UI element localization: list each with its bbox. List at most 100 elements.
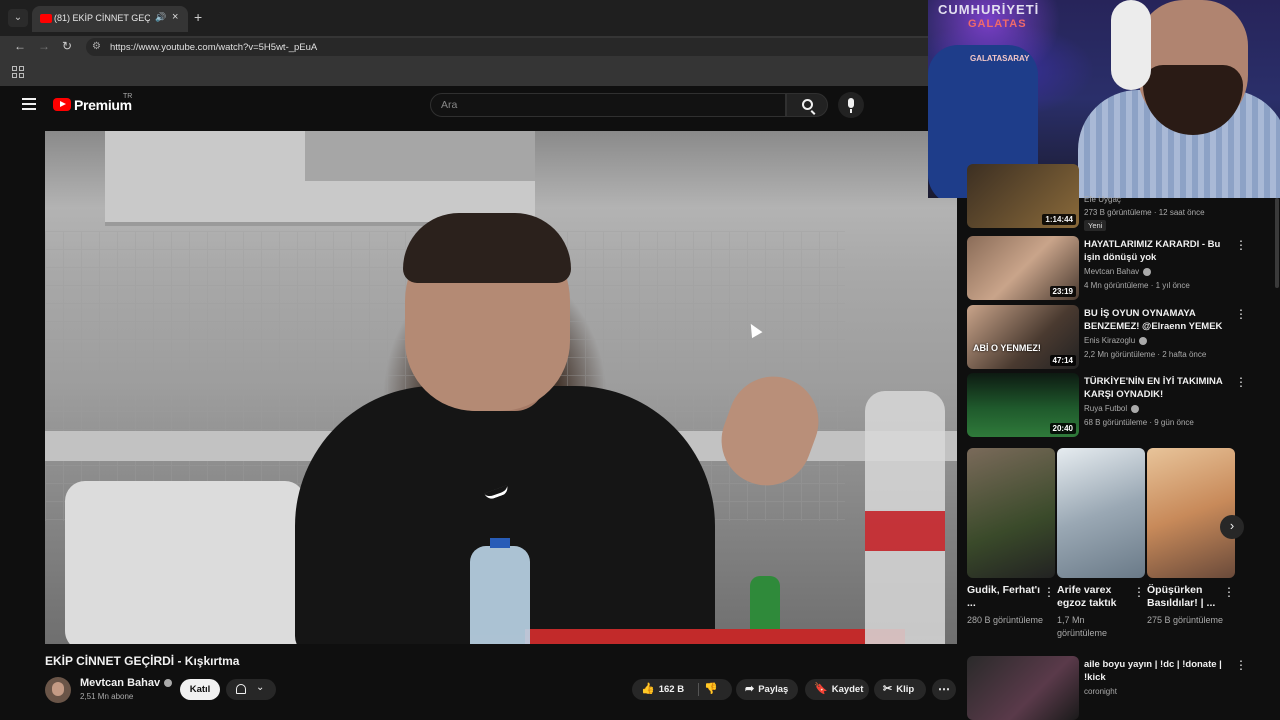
more-options-icon[interactable]: ⋮ <box>1235 307 1247 321</box>
video-meta: 68 B görüntüleme · 9 gün önce <box>1084 418 1194 427</box>
share-button[interactable]: ➦ Paylaş <box>736 679 798 700</box>
channel-name[interactable]: Efe Uygaç <box>1084 195 1121 204</box>
duration-badge: 47:14 <box>1049 355 1076 366</box>
channel-name[interactable]: Mevtcan Bahav <box>80 677 173 689</box>
video-title[interactable]: HAYATLARIMIZ KARARDI - Bu işin dönüşü yo… <box>1084 238 1224 264</box>
address-bar: ← → ↻ ⚙ https://www.youtube.com/watch?v=… <box>0 36 930 58</box>
short-title[interactable]: Arife varex egzoz taktık <box>1057 584 1131 611</box>
join-button[interactable]: Katıl <box>180 679 220 700</box>
thumbnail-caption: ABİ O YENMEZ! <box>973 343 1041 353</box>
verified-icon <box>164 679 173 688</box>
video-thumbnail[interactable]: ABİ O YENMEZ! 47:14 <box>967 305 1079 369</box>
tab-search-dropdown[interactable]: ⌄ <box>8 9 28 27</box>
save-button[interactable]: 🔖 Kaydet <box>805 679 869 700</box>
video-thumbnail[interactable]: 20:40 <box>967 373 1079 437</box>
share-icon: ➦ <box>745 683 755 695</box>
more-options-icon[interactable]: ⋮ <box>1235 375 1247 389</box>
video-title[interactable]: aile boyu yayın | !dc | !donate | !kick <box>1084 658 1224 684</box>
youtube-play-icon <box>53 98 71 111</box>
video-thumbnail[interactable]: 1:14:44 <box>967 164 1079 228</box>
notification-button[interactable]: ⌄ <box>226 679 276 700</box>
more-options-icon[interactable]: ⋮ <box>1043 585 1055 599</box>
video-thumbnail[interactable]: 23:19 <box>967 236 1079 300</box>
short-title[interactable]: Gudik, Ferhat'ı ... <box>967 584 1041 611</box>
microphone-icon <box>848 98 854 113</box>
verified-icon <box>1143 267 1152 276</box>
voice-search-button[interactable] <box>838 92 864 118</box>
short-views: 275 B görüntüleme <box>1147 615 1224 625</box>
bookmark-icon: 🔖 <box>814 683 828 695</box>
url-field[interactable]: ⚙ https://www.youtube.com/watch?v=5H5wt-… <box>86 38 930 56</box>
video-thumbnail[interactable] <box>967 656 1079 720</box>
channel-avatar[interactable] <box>45 677 71 703</box>
webcam-banner-text: GALATAS <box>968 18 1027 30</box>
bell-icon <box>236 684 246 694</box>
verified-icon <box>1139 336 1148 345</box>
video-title[interactable]: BU İŞ OYUN OYNAMAYA BENZEMEZ! @Elraenn Y… <box>1084 307 1224 333</box>
channel-name[interactable]: Mevtcan Bahav <box>1084 267 1152 276</box>
webcam-banner-text: CUMHURİYETİ <box>938 2 1040 17</box>
speaker-icon[interactable]: 🔊 <box>155 12 166 23</box>
short-title[interactable]: Öpüşürken Basıldılar! | ... <box>1147 584 1221 611</box>
video-player[interactable] <box>45 131 957 644</box>
search-input[interactable] <box>441 99 771 111</box>
site-info-icon[interactable]: ⚙ <box>92 41 101 52</box>
video-meta: 2,2 Mn görüntüleme · 2 hafta önce <box>1084 350 1207 359</box>
list-item[interactable]: 20:40 TÜRKİYE'NİN EN İYİ TAKIMINA KARŞI … <box>967 373 1267 437</box>
scissors-icon: ✂ <box>883 683 893 695</box>
tab-title: (81) EKİP CİNNET GEÇİRDİ - Kışkırtma - Y… <box>54 13 150 23</box>
short-thumbnail[interactable] <box>1057 448 1145 578</box>
channel-name[interactable]: coronight <box>1084 687 1117 696</box>
short-thumbnail[interactable] <box>967 448 1055 578</box>
close-tab-icon[interactable]: × <box>172 11 178 23</box>
video-meta: 4 Mn görüntüleme · 1 yıl önce <box>1084 281 1190 290</box>
short-thumbnail[interactable] <box>1147 448 1235 578</box>
video-title: EKİP CİNNET GEÇİRDİ - Kışkırtma <box>45 654 240 668</box>
short-views: 1,7 Mn görüntüleme <box>1057 615 1108 638</box>
short-item[interactable]: Öpüşürken Basıldılar! | ... 275 B görünt… <box>1147 448 1235 627</box>
scrollbar[interactable] <box>1275 198 1279 288</box>
list-item[interactable]: 23:19 HAYATLARIMIZ KARARDI - Bu işin dön… <box>967 236 1267 300</box>
clip-button[interactable]: ✂ Klip <box>874 679 926 700</box>
short-item[interactable]: Arife varex egzoz taktık 1,7 Mn görüntül… <box>1057 448 1145 640</box>
channel-name[interactable]: Ruya Futbol <box>1084 404 1140 413</box>
search-box <box>430 93 786 117</box>
search-icon <box>802 99 813 110</box>
more-actions-button[interactable]: ⋯ <box>932 679 956 700</box>
more-options-icon[interactable]: ⋮ <box>1223 585 1235 599</box>
duration-badge: 1:14:44 <box>1042 214 1076 225</box>
more-options-icon[interactable]: ⋮ <box>1235 238 1247 252</box>
short-item[interactable]: Gudik, Ferhat'ı ... 280 B görüntüleme ⋮ <box>967 448 1055 627</box>
apps-grid-icon[interactable] <box>12 66 24 78</box>
like-button[interactable]: 👍 162 B 👎 <box>632 679 732 700</box>
webcam-banner-text: GALATASARAY <box>970 54 1030 63</box>
youtube-favicon-icon <box>40 14 52 23</box>
more-options-icon[interactable]: ⋮ <box>1235 658 1247 672</box>
more-options-icon[interactable]: ⋮ <box>1133 585 1145 599</box>
video-title[interactable]: TÜRKİYE'NİN EN İYİ TAKIMINA KARŞI OYNADI… <box>1084 375 1224 401</box>
list-item[interactable]: aile boyu yayın | !dc | !donate | !kick … <box>967 656 1267 720</box>
shorts-next-button[interactable]: › <box>1220 515 1244 539</box>
browser-tab[interactable]: (81) EKİP CİNNET GEÇİRDİ - Kışkırtma - Y… <box>32 6 188 32</box>
browser-tab-bar: ⌄ (81) EKİP CİNNET GEÇİRDİ - Kışkırtma -… <box>0 0 930 36</box>
search-button[interactable] <box>786 93 828 117</box>
url-text: https://www.youtube.com/watch?v=5H5wt-_p… <box>110 42 318 53</box>
video-meta: 273 B görüntüleme · 12 saat önce <box>1084 208 1205 217</box>
new-tab-button[interactable]: + <box>194 9 202 25</box>
menu-icon[interactable] <box>22 98 36 110</box>
list-item[interactable]: 1:14:44 Efe Uygaç 273 B görüntüleme · 12… <box>967 164 1267 231</box>
headphones <box>1111 0 1151 90</box>
list-item[interactable]: ABİ O YENMEZ! 47:14 BU İŞ OYUN OYNAMAYA … <box>967 305 1267 369</box>
region-label: TR <box>123 93 133 100</box>
reload-button[interactable]: ↻ <box>62 39 72 53</box>
like-count: 162 B <box>658 684 685 695</box>
verified-icon <box>1131 404 1140 413</box>
channel-name[interactable]: Enis Kirazoglu <box>1084 336 1148 345</box>
short-views: 280 B görüntüleme <box>967 615 1044 625</box>
back-button[interactable]: ← <box>14 39 26 53</box>
recommendations-sidebar: 1:14:44 Efe Uygaç 273 B görüntüleme · 12… <box>957 164 1280 720</box>
forward-button[interactable]: → <box>38 39 50 53</box>
thumbs-up-icon: 👍 <box>641 683 655 695</box>
subscriber-count: 2,51 Mn abone <box>80 692 134 701</box>
thumbs-down-icon[interactable]: 👎 <box>704 679 718 700</box>
